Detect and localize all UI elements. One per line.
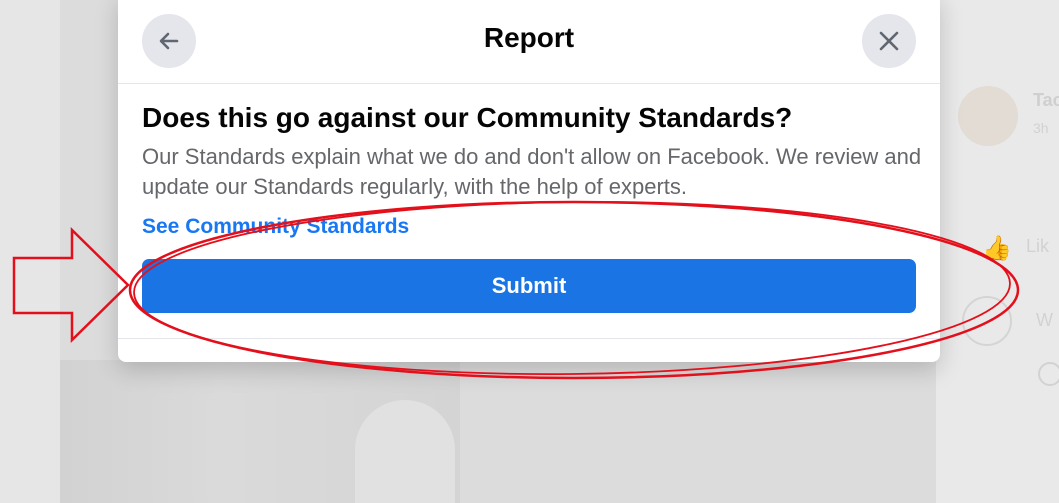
dialog-divider <box>118 338 940 339</box>
see-community-standards-link[interactable]: See Community Standards <box>142 215 409 239</box>
background-like-label: Lik <box>1026 236 1050 256</box>
background-photo-figure <box>355 400 455 503</box>
background-comment-avatar <box>962 296 1012 346</box>
dialog-heading: Does this go against our Community Stand… <box>142 102 793 133</box>
background-post-time: 3h <box>1033 120 1049 136</box>
dialog-title: Report <box>483 22 575 53</box>
background-avatar <box>958 86 1018 146</box>
background-comment-placeholder: W <box>1036 310 1053 330</box>
like-icon: 👍 <box>982 235 1012 262</box>
emoji-icon <box>1038 362 1059 386</box>
report-dialog: Report Does this go against our Communit… <box>118 0 940 362</box>
submit-button[interactable]: Submit <box>142 259 916 313</box>
close-button[interactable] <box>862 14 916 68</box>
background-poster-name: Tac <box>1033 90 1059 110</box>
close-icon <box>879 31 899 51</box>
background-left-column <box>0 0 60 503</box>
dialog-description: Our Standards explain what we do and don… <box>142 144 922 199</box>
dialog-header: Report <box>118 0 940 84</box>
